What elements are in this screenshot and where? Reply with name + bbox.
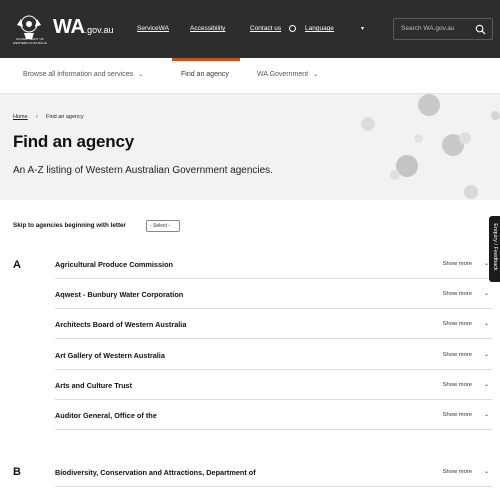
show-more-button[interactable]: Show more bbox=[443, 352, 472, 358]
chevron-down-icon: ⌄ bbox=[313, 72, 319, 78]
agency-name[interactable]: Arts and Culture Trust bbox=[55, 381, 132, 390]
nav-browse-all[interactable]: Browse all information and services ⌄ bbox=[23, 71, 143, 78]
chevron-down-icon[interactable]: ⌄ bbox=[484, 351, 489, 358]
page-title: Find an agency bbox=[13, 132, 134, 151]
nav-find-agency[interactable]: Find an agency bbox=[181, 71, 229, 78]
agency-name[interactable]: Agricultural Produce Commission bbox=[55, 260, 173, 269]
show-more-button[interactable]: Show more bbox=[443, 382, 472, 388]
main-nav: Browse all information and services ⌄ Fin… bbox=[0, 58, 500, 94]
chevron-down-icon[interactable]: ⌄ bbox=[484, 381, 489, 388]
breadcrumb-separator: › bbox=[36, 114, 38, 120]
letter-select[interactable]: - Select - bbox=[146, 220, 180, 232]
nav-browse-label: Browse all information and services bbox=[23, 71, 134, 78]
letter-heading-b: B bbox=[13, 466, 21, 478]
page-hero: Home › Find an agency Find an agency An … bbox=[0, 94, 500, 200]
letter-select-value: - Select - bbox=[150, 223, 171, 229]
agency-name[interactable]: Art Gallery of Western Australia bbox=[55, 351, 165, 360]
search-input[interactable]: Search WA.gov.au bbox=[401, 25, 454, 32]
language-link[interactable]: Language bbox=[305, 25, 334, 32]
feedback-tab-label: Enquiry / Feedback bbox=[492, 223, 498, 271]
contact-us-link[interactable]: Contact us bbox=[250, 25, 281, 32]
servicewa-link[interactable]: ServiceWA bbox=[137, 25, 169, 32]
brand-main: WA bbox=[53, 16, 85, 38]
agency-row[interactable]: Architects Board of Western Australia Sh… bbox=[55, 309, 492, 339]
agency-row[interactable]: Biodiversity, Conservation and Attractio… bbox=[55, 457, 492, 487]
decorative-bubble-icon bbox=[459, 132, 471, 144]
show-more-button[interactable]: Show more bbox=[443, 321, 472, 327]
agency-row[interactable]: Agricultural Produce Commission Show mor… bbox=[55, 249, 492, 279]
feedback-tab[interactable]: Enquiry / Feedback bbox=[489, 216, 500, 282]
decorative-bubble-icon bbox=[414, 134, 423, 143]
show-more-button[interactable]: Show more bbox=[443, 291, 472, 297]
decorative-bubble-icon bbox=[491, 111, 500, 120]
page-subtitle: An A-Z listing of Western Australian Gov… bbox=[13, 165, 273, 176]
chevron-down-icon[interactable]: ⌄ bbox=[484, 468, 489, 475]
skip-letter-label: Skip to agencies beginning with letter bbox=[13, 222, 127, 229]
crest-caption: GOVERNMENT OF WESTERN AUSTRALIA bbox=[12, 37, 48, 45]
agency-row[interactable]: Auditor General, Office of the Show more… bbox=[55, 400, 492, 430]
nav-find-agency-label: Find an agency bbox=[181, 71, 229, 78]
show-more-button[interactable]: Show more bbox=[443, 261, 472, 267]
site-brand[interactable]: WA.gov.au bbox=[53, 16, 113, 39]
site-header: GOVERNMENT OF WESTERN AUSTRALIA WA.gov.a… bbox=[0, 0, 500, 58]
nav-wa-government-label: WA Government bbox=[257, 71, 309, 78]
accessibility-link[interactable]: Accessibility bbox=[190, 25, 225, 32]
letter-heading-a: A bbox=[13, 259, 21, 271]
chevron-down-icon[interactable]: ⌄ bbox=[484, 320, 489, 327]
decorative-bubble-icon bbox=[390, 170, 400, 180]
breadcrumb-home[interactable]: Home bbox=[13, 114, 28, 120]
agency-row[interactable]: Art Gallery of Western Australia Show mo… bbox=[55, 340, 492, 370]
nav-wa-government[interactable]: WA Government ⌄ bbox=[257, 71, 318, 78]
agency-row[interactable]: Arts and Culture Trust Show more ⌄ bbox=[55, 370, 492, 400]
decorative-bubble-icon bbox=[361, 117, 375, 131]
breadcrumb-current: Find an agency bbox=[46, 114, 84, 120]
brand-suffix: .gov.au bbox=[84, 25, 114, 35]
nav-active-indicator bbox=[172, 58, 240, 61]
globe-icon bbox=[289, 25, 296, 32]
agency-name[interactable]: Auditor General, Office of the bbox=[55, 411, 157, 420]
agency-name[interactable]: Architects Board of Western Australia bbox=[55, 320, 186, 329]
show-more-button[interactable]: Show more bbox=[443, 412, 472, 418]
show-more-button[interactable]: Show more bbox=[443, 469, 472, 475]
chevron-down-icon: ⌄ bbox=[138, 72, 144, 78]
search-field[interactable]: Search WA.gov.au bbox=[393, 18, 493, 40]
decorative-bubble-icon bbox=[418, 94, 440, 116]
agency-name[interactable]: Biodiversity, Conservation and Attractio… bbox=[55, 468, 256, 477]
chevron-down-icon[interactable]: ▾ bbox=[361, 25, 364, 32]
chevron-down-icon[interactable]: ⌄ bbox=[484, 411, 489, 418]
search-icon[interactable] bbox=[475, 24, 486, 35]
decorative-bubble-icon bbox=[464, 185, 478, 199]
chevron-down-icon[interactable]: ⌄ bbox=[484, 290, 489, 297]
agency-name[interactable]: Aqwest - Bunbury Water Corporation bbox=[55, 290, 183, 299]
agency-row[interactable]: Aqwest - Bunbury Water Corporation Show … bbox=[55, 279, 492, 309]
